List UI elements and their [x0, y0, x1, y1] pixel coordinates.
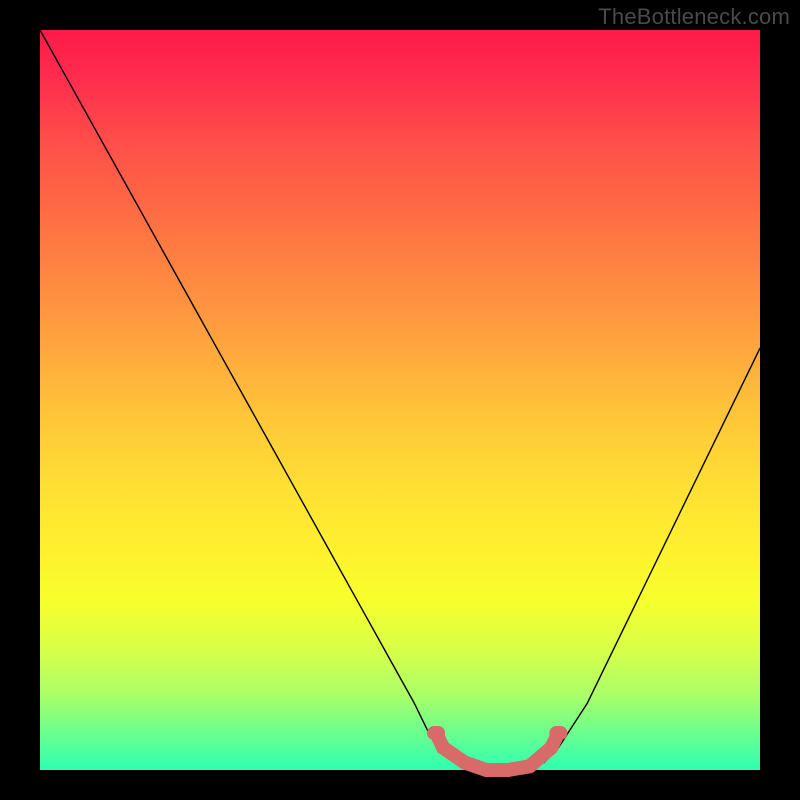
- bottleneck-curve: [40, 30, 760, 770]
- chart-plot-area: [40, 30, 760, 770]
- chart-svg: [40, 30, 760, 770]
- watermark-text: TheBottleneck.com: [598, 4, 790, 30]
- highlight-blob: [434, 733, 560, 770]
